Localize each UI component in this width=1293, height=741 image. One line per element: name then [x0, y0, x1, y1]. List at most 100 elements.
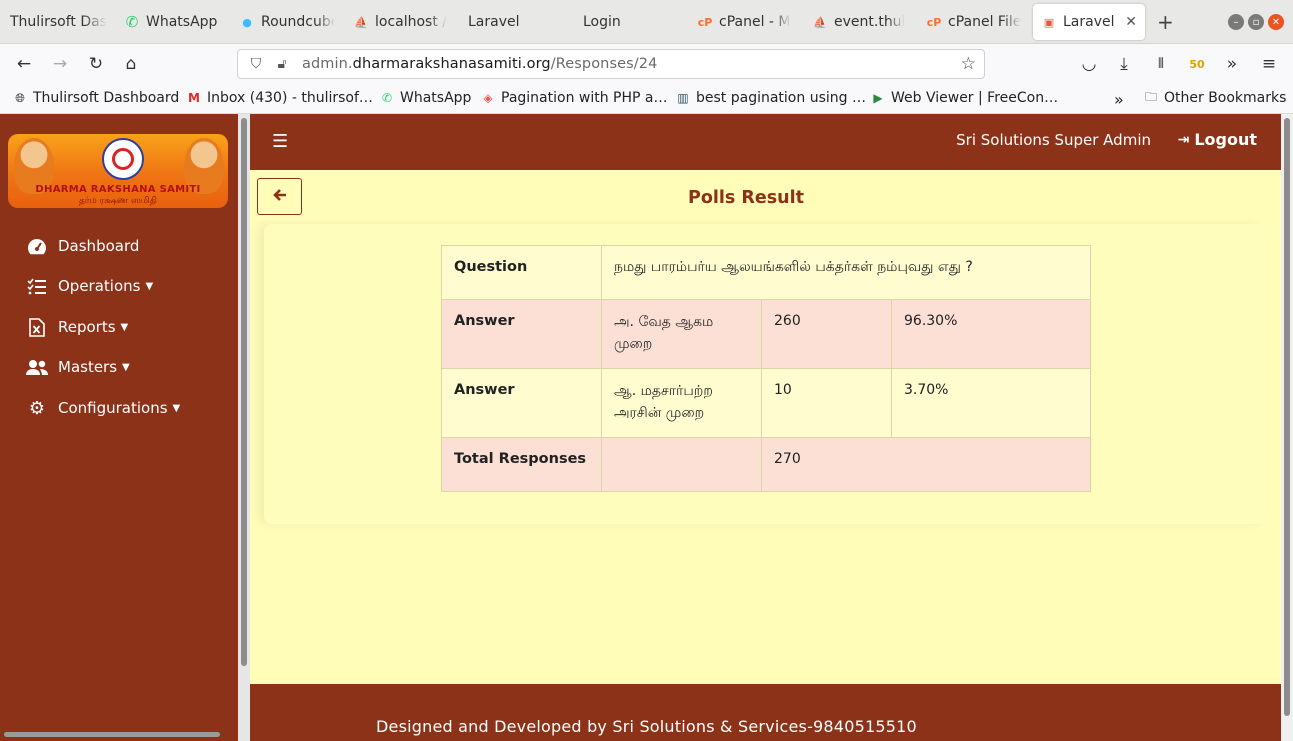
- address-bar[interactable]: ⛉ 🔓︎ admin.dharmarakshanasamiti.org/Resp…: [237, 49, 985, 79]
- globe-icon: 🌐︎: [15, 90, 25, 105]
- hamburger-menu-icon[interactable]: ☰: [272, 131, 288, 152]
- sidebar-scrollbar[interactable]: [238, 114, 250, 741]
- roundcube-icon: ●: [242, 15, 252, 29]
- browser-tab-cpanel-file[interactable]: cP cPanel File: [926, 0, 1022, 44]
- minimize-window-button[interactable]: –: [1228, 14, 1244, 30]
- bookmark-gmail[interactable]: M Inbox (430) - thulirsof…: [186, 90, 373, 106]
- browser-tab-login[interactable]: Login: [583, 0, 673, 44]
- users-icon: [26, 359, 48, 376]
- other-bookmarks[interactable]: 🗀︎ Other Bookmarks: [1143, 90, 1287, 107]
- other-bookmarks-label: Other Bookmarks: [1164, 90, 1287, 106]
- poll-result-table: Question நமது பாரம்பர்ய ஆலயங்களில் பக்தர…: [441, 245, 1091, 492]
- answer-label: Answer: [441, 299, 602, 369]
- sidebar-item-label: Reports: [58, 318, 116, 336]
- browser-tab-laravel[interactable]: Laravel: [468, 0, 558, 44]
- bookmark-pagination-php[interactable]: ◈ Pagination with PHP a…: [480, 90, 667, 106]
- whatsapp-icon: ✆: [125, 13, 139, 31]
- browser-tab-cpanel[interactable]: cP cPanel - M: [697, 0, 793, 44]
- url-text[interactable]: admin.dharmarakshanasamiti.org/Responses…: [302, 56, 657, 72]
- library-icon[interactable]: ⫴: [1150, 53, 1172, 75]
- sidebar-item-configurations[interactable]: ⚙ Configurations ▼: [26, 396, 180, 420]
- tab-title: localhost /: [375, 14, 448, 30]
- answer-percent: 3.70%: [891, 368, 1091, 438]
- laravel-icon: ▣: [1043, 15, 1055, 29]
- extension-badge-icon[interactable]: 50: [1186, 53, 1208, 75]
- bookmark-label: Inbox (430) - thulirsof…: [207, 90, 373, 106]
- bookmark-label: best pagination using …: [696, 90, 866, 106]
- cpanel-icon: cP: [926, 15, 942, 29]
- browser-tab-laravel-active[interactable]: ▣ Laravel ✕: [1033, 4, 1145, 40]
- close-window-button[interactable]: ✕: [1268, 14, 1284, 30]
- phpmyadmin-icon: ⛵: [354, 15, 368, 29]
- bookmark-web-viewer[interactable]: ▶ Web Viewer | FreeCon…: [870, 90, 1058, 106]
- samiti-logo[interactable]: DHARMA RAKSHANA SAMITI தர்ம ரக்ஷண ஸமிதி: [8, 134, 228, 208]
- browser-tab-event[interactable]: ⛵ event.thul: [812, 0, 908, 44]
- bookmark-thulirsoft[interactable]: 🌐︎ Thulirsoft Dashboard: [12, 90, 179, 106]
- answer-option: அ. வேத ஆகம முறை: [601, 299, 762, 369]
- sidebar-item-reports[interactable]: Reports ▼: [26, 315, 128, 339]
- browser-tab-roundcube[interactable]: ● Roundcube: [239, 0, 335, 44]
- total-empty-cell: [601, 437, 762, 492]
- phpmyadmin-icon: ⛵: [813, 15, 827, 29]
- browser-tab-thulirsoft[interactable]: Thulirsoft Das: [10, 0, 108, 44]
- app-menu-icon[interactable]: ≡: [1258, 53, 1280, 75]
- tab-title: Thulirsoft Das: [10, 14, 107, 30]
- downloads-icon[interactable]: ⤓: [1113, 53, 1135, 75]
- bookmark-label: Thulirsoft Dashboard: [33, 90, 180, 106]
- bookmark-label: Pagination with PHP a…: [501, 90, 668, 106]
- bookmark-whatsapp[interactable]: ✆ WhatsApp: [379, 90, 471, 106]
- maximize-window-button[interactable]: ▫: [1248, 14, 1264, 30]
- bookmark-label: Web Viewer | FreeCon…: [891, 90, 1059, 106]
- browser-tab-whatsapp[interactable]: ✆ WhatsApp: [124, 0, 224, 44]
- tab-title: Laravel: [1063, 14, 1115, 30]
- question-row: Question நமது பாரம்பர்ய ஆலயங்களில் பக்தர…: [441, 245, 1091, 300]
- new-tab-button[interactable]: +: [1157, 10, 1174, 34]
- back-arrow-icon[interactable]: ←: [13, 53, 35, 75]
- close-tab-icon[interactable]: ✕: [1125, 14, 1137, 30]
- chevron-down-icon: ▼: [172, 402, 181, 414]
- lock-icon[interactable]: 🔓︎: [274, 56, 290, 72]
- shield-icon[interactable]: ⛉: [248, 56, 264, 72]
- browser-tab-phpmyadmin[interactable]: ⛵ localhost /: [353, 0, 449, 44]
- sidebar-item-operations[interactable]: Operations ▼: [26, 274, 153, 298]
- page-scrollbar-thumb[interactable]: [1284, 118, 1290, 716]
- logo-tamil-text: தர்ம ரக்ஷண ஸமிதி: [78, 196, 158, 206]
- url-domain: dharmarakshanasamiti.org: [352, 56, 551, 72]
- bookmarks-overflow-chevron-icon[interactable]: »: [1114, 90, 1124, 109]
- footer: Designed and Developed by Sri Solutions …: [250, 684, 1281, 741]
- dashboard-icon: [26, 238, 48, 255]
- tab-title: Login: [583, 14, 621, 30]
- tab-title: cPanel File: [948, 14, 1022, 30]
- sidebar-item-label: Operations: [58, 277, 141, 295]
- logout-button[interactable]: ⇥ Logout: [1178, 130, 1257, 149]
- app-top-bar: ☰ Sri Solutions Super Admin ⇥ Logout: [250, 114, 1281, 170]
- sidebar-scrollbar-thumb[interactable]: [241, 118, 247, 666]
- tab-title: WhatsApp: [146, 14, 218, 30]
- home-icon[interactable]: ⌂: [120, 53, 142, 75]
- reload-icon[interactable]: ↻: [85, 53, 107, 75]
- logout-label: Logout: [1194, 130, 1257, 149]
- main-content: Polls Result Question நமது பாரம்பர்ய ஆலய…: [250, 170, 1281, 684]
- browser-navigation-bar: ← → ↻ ⌂ ⛉ 🔓︎ admin.dharmarakshanasamiti.…: [0, 44, 1293, 84]
- sidebar-item-label: Masters: [58, 358, 118, 376]
- whatsapp-icon: ✆: [381, 91, 393, 105]
- bookmark-best-pagination[interactable]: ▥ best pagination using …: [675, 90, 866, 106]
- sidebar-horizontal-scrollbar[interactable]: [4, 732, 220, 737]
- overflow-chevron-icon[interactable]: »: [1221, 53, 1243, 75]
- answer-label: Answer: [441, 368, 602, 438]
- sidebar-item-dashboard[interactable]: Dashboard: [26, 234, 139, 258]
- sidebar-item-masters[interactable]: Masters ▼: [26, 355, 130, 379]
- list-check-icon: [26, 278, 48, 295]
- bookmark-star-icon[interactable]: ☆: [961, 54, 976, 74]
- bookmark-icon: ◈: [483, 91, 493, 105]
- forward-arrow-icon[interactable]: →: [49, 53, 71, 75]
- pocket-icon[interactable]: ◡: [1078, 53, 1100, 75]
- tab-title: Laravel: [468, 14, 520, 30]
- tab-title: Roundcube: [261, 14, 335, 30]
- tab-title: event.thul: [834, 14, 906, 30]
- answer-row: Answer ஆ. மதசார்பற்ற அரசின் முறை 10 3.70…: [441, 368, 1091, 438]
- cpanel-icon: cP: [697, 15, 713, 29]
- chevron-down-icon: ▼: [145, 280, 154, 292]
- page-scrollbar[interactable]: [1281, 114, 1293, 741]
- total-row: Total Responses 270: [441, 437, 1091, 492]
